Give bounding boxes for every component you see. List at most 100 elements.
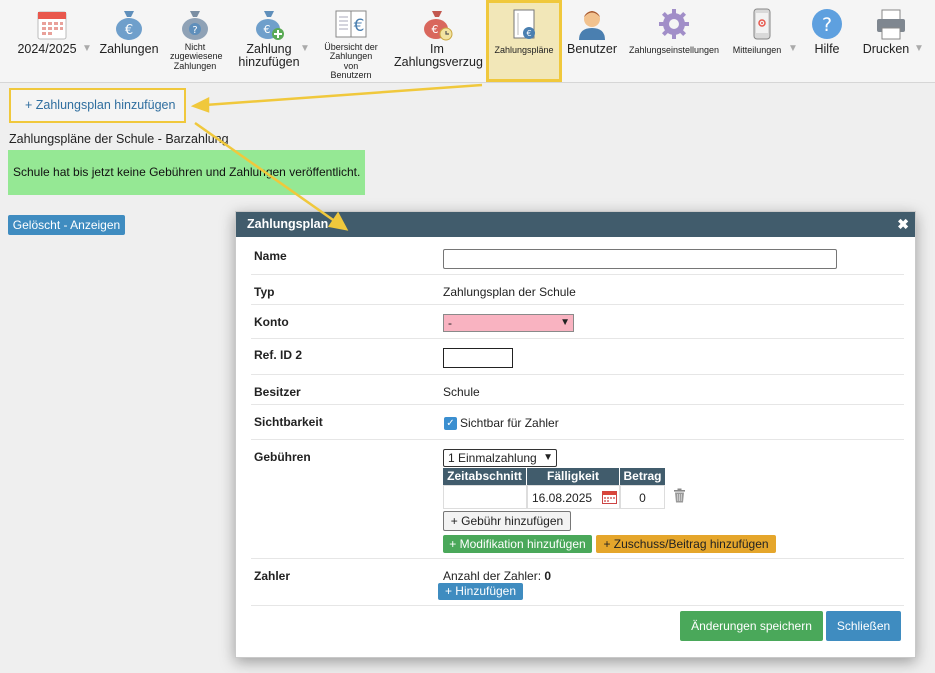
toolbar-overdue[interactable]: € Im Zahlungsverzug xyxy=(392,0,483,82)
payers-count-label: Anzahl der Zahler: xyxy=(443,569,542,583)
row-divider xyxy=(251,274,904,275)
money-bag-clock-icon: € xyxy=(424,11,453,41)
chevron-down-icon: ▼ xyxy=(543,452,553,463)
dialog-header: Zahlungsplan ✖ xyxy=(236,212,915,237)
document-coin-icon: € xyxy=(513,9,535,39)
payers-label: Zahler xyxy=(254,569,291,583)
printer-icon xyxy=(877,9,905,40)
payment-plans-label: Zahlungspläne xyxy=(494,45,554,55)
add-payment-label: Zahlung hinzufügen xyxy=(238,42,300,70)
fee-period-cell[interactable] xyxy=(443,485,527,509)
svg-text:€: € xyxy=(526,29,531,38)
notice-banner: Schule hat bis jetzt keine Gebühren und … xyxy=(8,150,365,195)
toolbar-users[interactable]: Benutzer xyxy=(564,0,620,82)
row-divider xyxy=(251,304,904,305)
close-icon[interactable]: ✖ xyxy=(897,212,909,237)
account-select-value: - xyxy=(448,316,452,330)
toolbar: 2024/2025 ▼ € Zahlungen ? Nicht zugewies… xyxy=(0,0,935,83)
chevron-down-icon: ▼ xyxy=(560,317,570,328)
account-select[interactable]: - ▼ xyxy=(443,314,574,332)
toolbar-payment-settings[interactable]: Zahlungseinstellungen xyxy=(626,0,722,82)
toolbar-help[interactable]: ? Hilfe xyxy=(802,0,852,82)
name-label: Name xyxy=(254,249,287,263)
gear-icon xyxy=(659,9,689,39)
visibility-checkbox[interactable]: ✓ xyxy=(444,417,457,430)
svg-text:€: € xyxy=(354,16,365,36)
payments-label: Zahlungen xyxy=(99,42,159,56)
calendar-icon xyxy=(37,11,67,40)
add-subsidy-button[interactable]: + Zuschuss/Beitrag hinzufügen xyxy=(596,535,776,553)
phone-icon xyxy=(753,8,771,40)
overview-label: Übersicht der Zahlungen von Benutzern xyxy=(324,42,378,81)
add-payer-button[interactable]: + Hinzufügen xyxy=(438,583,523,600)
dialog-title: Zahlungsplan xyxy=(247,217,329,231)
svg-text:€: € xyxy=(125,23,133,38)
toolbar-unassigned[interactable]: ? Nicht zugewiesene Zahlungen xyxy=(162,0,228,82)
add-fee-button[interactable]: + Gebühr hinzufügen xyxy=(443,511,571,531)
toolbar-messages[interactable]: Mitteilungen ▼ xyxy=(728,0,800,82)
callout-arrow-line xyxy=(204,83,483,107)
row-divider xyxy=(251,374,904,375)
payers-count: Anzahl der Zahler: 0 xyxy=(443,569,551,583)
payment-plan-dialog: Zahlungsplan ✖ Name Typ Zahlungsplan der… xyxy=(235,211,916,658)
user-icon xyxy=(579,11,605,40)
messages-label: Mitteilungen xyxy=(732,45,782,55)
row-divider xyxy=(251,439,904,440)
ref-id-input[interactable] xyxy=(443,348,513,368)
toolbar-add-payment[interactable]: € Zahlung hinzufügen ▼ xyxy=(234,0,310,82)
fee-amount-cell[interactable]: 0 xyxy=(620,485,665,509)
callout-arrowhead xyxy=(190,96,210,113)
type-value: Zahlungsplan der Schule xyxy=(443,285,576,299)
row-divider xyxy=(251,338,904,339)
column-header-amount: Betrag xyxy=(620,468,665,485)
show-deleted-button[interactable]: Gelöscht - Anzeigen xyxy=(8,215,125,235)
users-label: Benutzer xyxy=(566,42,618,56)
help-icon: ? xyxy=(812,9,842,39)
type-label: Typ xyxy=(254,285,275,299)
svg-text:?: ? xyxy=(822,14,832,36)
fees-select[interactable]: 1 Einmalzahlung ▼ xyxy=(443,449,557,467)
column-header-due-date: Fälligkeit xyxy=(527,468,619,485)
print-label: Drucken xyxy=(862,42,910,56)
owner-label: Besitzer xyxy=(254,385,301,399)
school-year-label: 2024/2025 xyxy=(17,42,77,56)
svg-text:?: ? xyxy=(192,25,197,36)
money-bag-plus-icon: € xyxy=(256,11,284,40)
account-label: Konto xyxy=(254,315,289,329)
svg-text:€: € xyxy=(432,23,439,36)
chevron-down-icon: ▼ xyxy=(914,43,924,54)
overdue-label: Im Zahlungsverzug xyxy=(394,42,483,70)
svg-text:€: € xyxy=(264,23,271,36)
visibility-label: Sichtbarkeit xyxy=(254,415,323,429)
fee-due-date: 16.08.2025 xyxy=(532,491,593,505)
add-payment-plan-button[interactable]: + Zahlungsplan hinzufügen xyxy=(9,88,186,123)
save-changes-button[interactable]: Änderungen speichern xyxy=(680,611,823,641)
add-modification-button[interactable]: + Modifikation hinzufügen xyxy=(443,535,592,553)
payment-settings-label: Zahlungseinstellungen xyxy=(628,45,720,55)
unassigned-label: Nicht zugewiesene Zahlungen xyxy=(170,42,223,71)
toolbar-payment-plans[interactable]: € Zahlungspläne xyxy=(486,0,562,82)
fees-select-value: 1 Einmalzahlung xyxy=(448,451,537,465)
help-label: Hilfe xyxy=(814,42,840,56)
owner-value: Schule xyxy=(443,385,480,399)
visibility-option-label[interactable]: Sichtbar für Zahler xyxy=(460,416,559,430)
ledger-euro-icon: € xyxy=(335,10,367,38)
toolbar-print[interactable]: Drucken ▼ xyxy=(856,0,932,82)
name-input[interactable] xyxy=(443,249,837,269)
trash-icon[interactable] xyxy=(673,488,686,503)
chevron-down-icon: ▼ xyxy=(788,43,798,54)
payers-count-value: 0 xyxy=(544,569,552,583)
toolbar-overview[interactable]: € Übersicht der Zahlungen von Benutzern xyxy=(318,0,384,82)
ref-id-label: Ref. ID 2 xyxy=(254,348,303,362)
fees-label: Gebühren xyxy=(254,450,311,464)
money-bag-euro-icon: € xyxy=(116,11,142,40)
close-button[interactable]: Schließen xyxy=(826,611,901,641)
row-divider xyxy=(251,605,904,606)
toolbar-payments[interactable]: € Zahlungen xyxy=(98,0,160,82)
toolbar-school-year[interactable]: 2024/2025 ▼ xyxy=(14,0,94,82)
money-bag-question-icon: ? xyxy=(182,11,208,40)
calendar-icon[interactable] xyxy=(602,490,617,504)
row-divider xyxy=(251,558,904,559)
chevron-down-icon: ▼ xyxy=(82,43,92,54)
column-header-period: Zeitabschnitt xyxy=(443,468,526,485)
